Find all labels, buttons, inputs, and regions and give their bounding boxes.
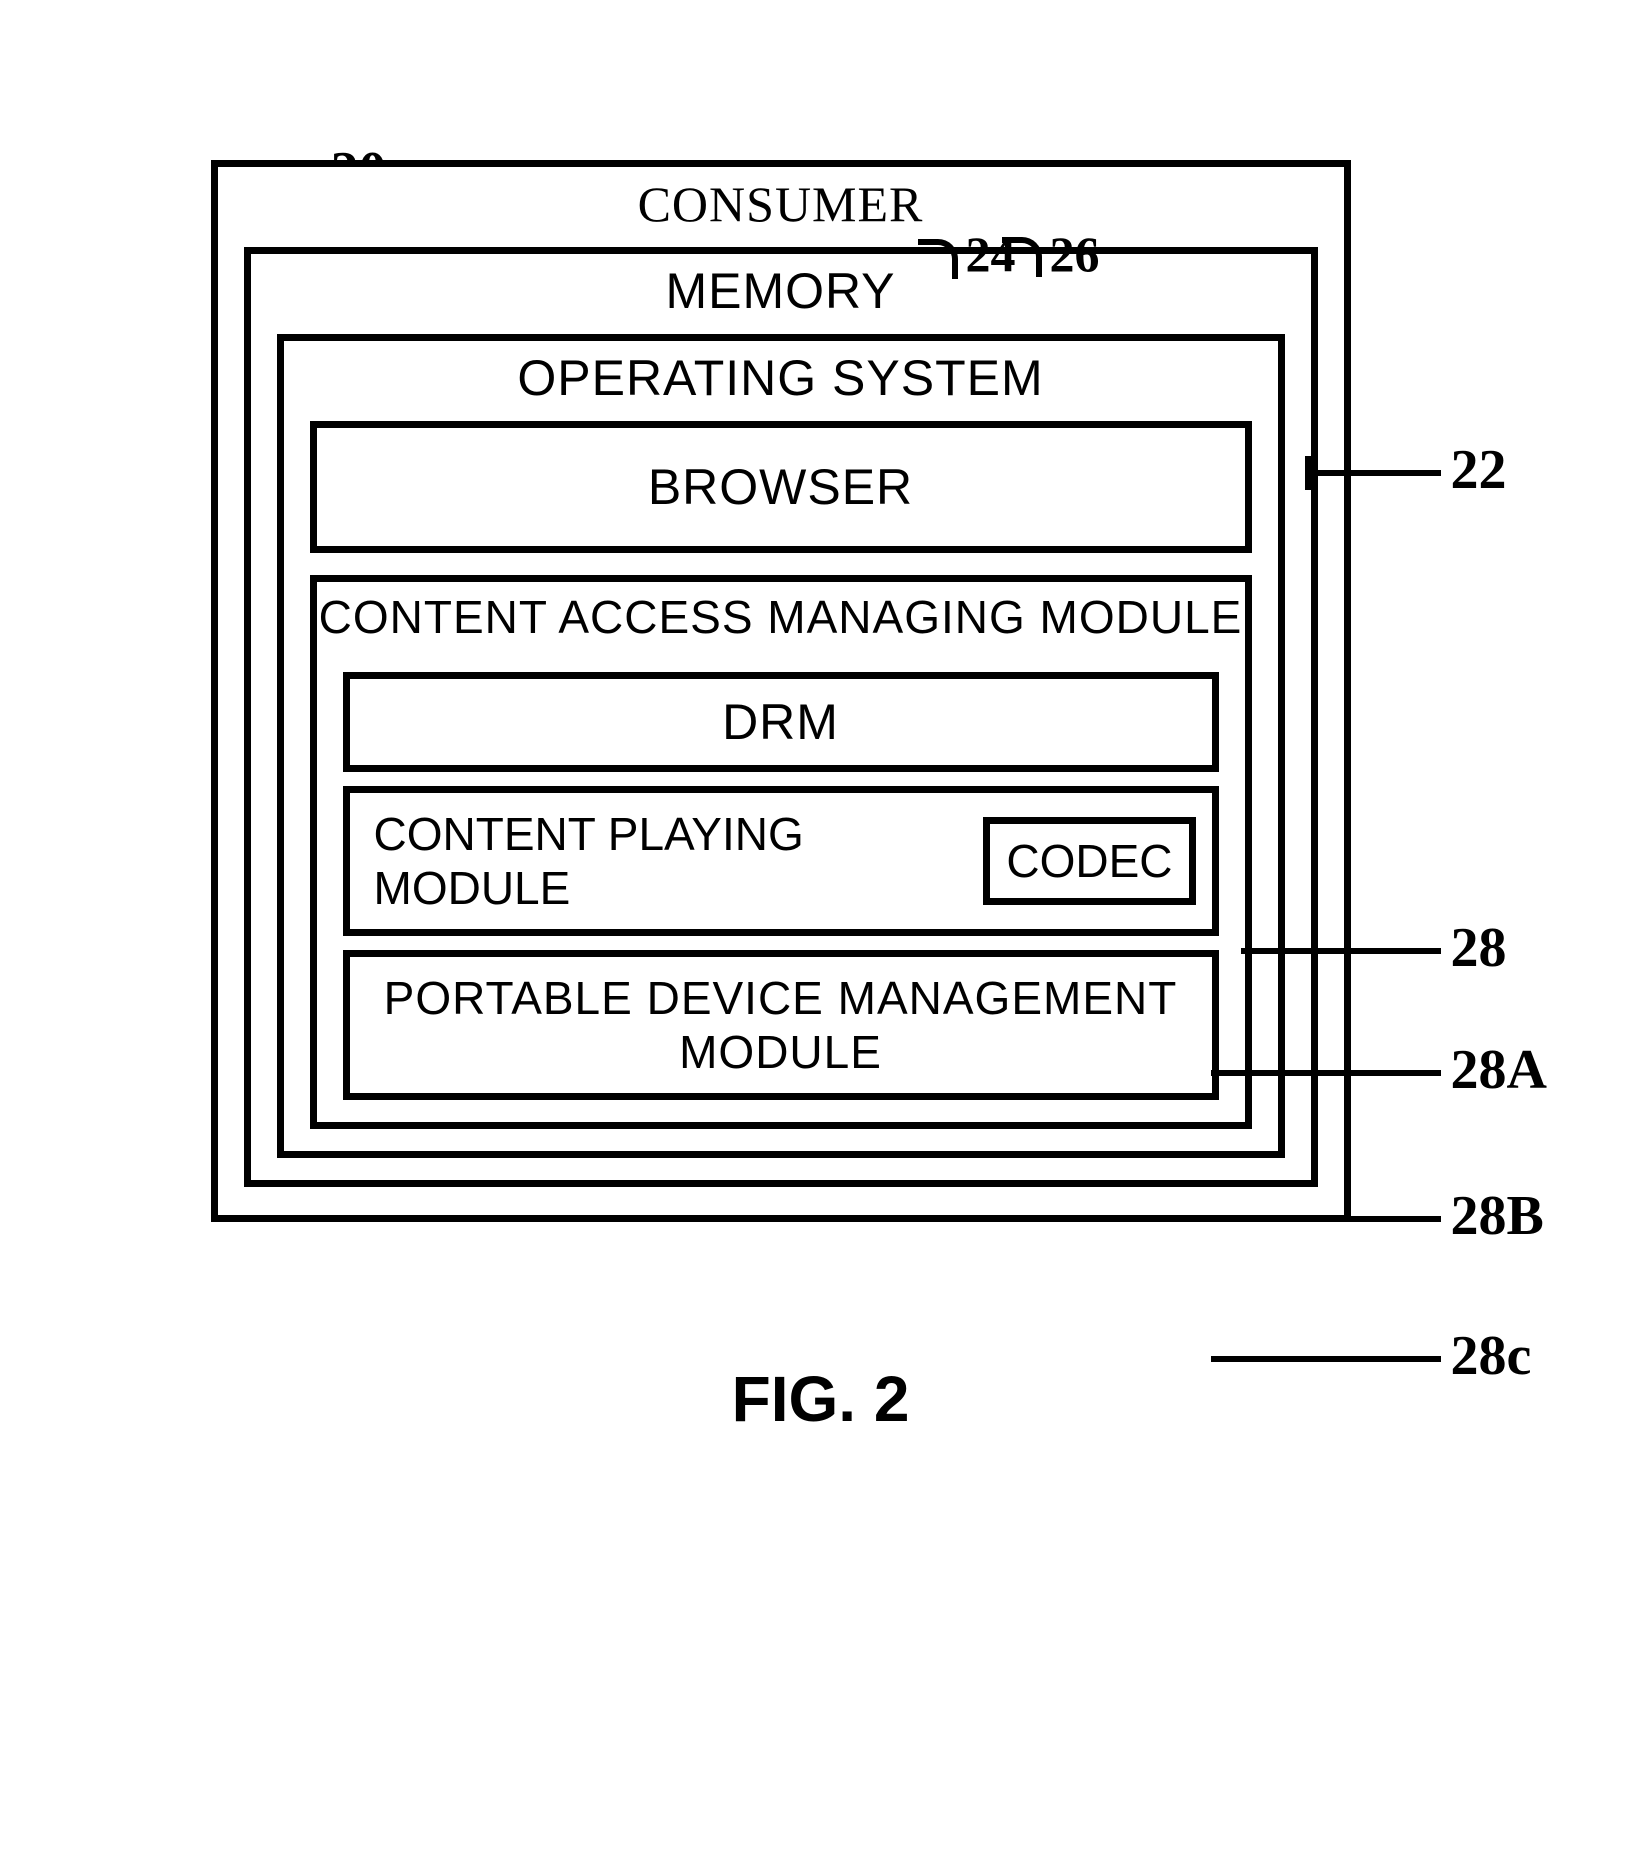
cpm-box: CONTENT PLAYING MODULE CODEC [343,786,1219,936]
codec-box: CODEC [983,817,1195,905]
lead-28 [1241,948,1441,954]
ref-28-label: 28 [1451,916,1507,980]
ref-24-hook [918,239,958,279]
os-box: OPERATING SYSTEM 26 BROWSER CONTENT ACCE… [277,334,1285,1158]
consumer-box: CONSUMER MEMORY 24 OPERATING SYSTEM 26 B… [211,160,1351,1222]
pdm-box: PORTABLE DEVICE MANAGEMENT MODULE [343,950,1219,1100]
cam-box: CONTENT ACCESS MANAGING MODULE DRM CONTE… [310,575,1252,1129]
ref-22-label: 22 [1451,438,1507,502]
lead-22 [1311,470,1441,476]
lead-28a [1211,1070,1441,1076]
drm-title: DRM [350,679,1212,765]
drm-box: DRM [343,672,1219,772]
cam-title: CONTENT ACCESS MANAGING MODULE [317,582,1245,658]
consumer-title: CONSUMER [218,167,1344,247]
browser-box: BROWSER [310,421,1252,553]
browser-title: BROWSER [317,428,1245,546]
figure-2: 20 CONSUMER MEMORY 24 OPERATING SYSTEM 2… [121,160,1521,1436]
os-title: OPERATING SYSTEM [284,341,1278,421]
cpm-title: CONTENT PLAYING MODULE [366,807,984,915]
lead-28c [1211,1356,1441,1362]
ref-26-hook [1002,237,1042,277]
figure-caption: FIG. 2 [121,1362,1521,1436]
ref-26-label: 26 [1050,225,1100,283]
memory-title: MEMORY [251,254,1311,334]
ref-28b-label: 28B [1451,1184,1544,1248]
ref-28c-label: 28c [1451,1324,1532,1388]
memory-box: MEMORY 24 OPERATING SYSTEM 26 BROWSER CO… [244,247,1318,1187]
tick-22 [1305,456,1311,490]
pdm-title: PORTABLE DEVICE MANAGEMENT MODULE [350,957,1212,1093]
ref-28a-label: 28A [1451,1038,1547,1102]
lead-28b [1211,1216,1441,1222]
